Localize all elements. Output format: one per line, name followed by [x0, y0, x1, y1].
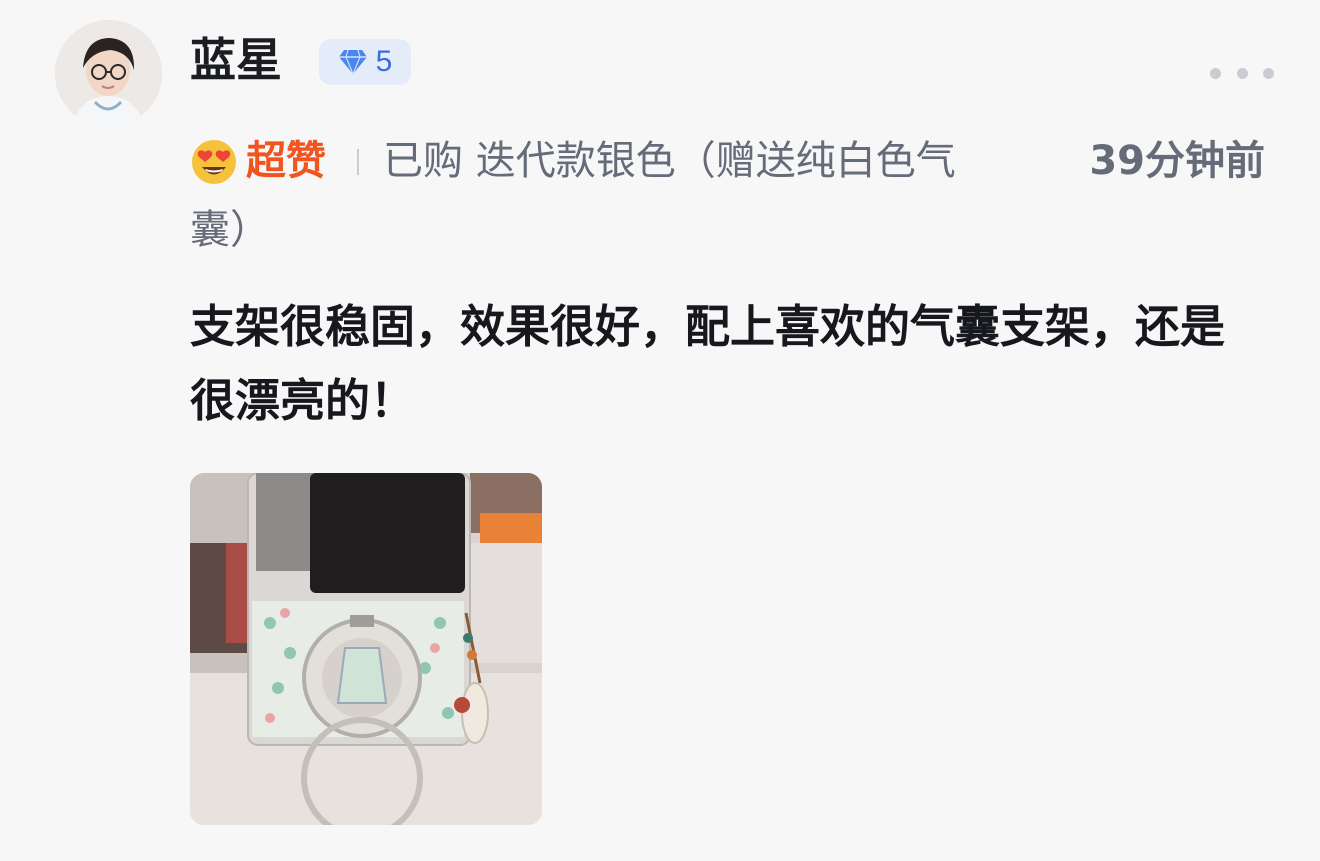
level-number: 5: [375, 45, 393, 78]
dot-icon: [1236, 67, 1248, 79]
diamond-icon: [338, 49, 367, 75]
review-text: 支架很稳固，效果很好，配上喜欢的气囊支架，还是很漂亮的！: [190, 300, 1226, 427]
user-level-badge: 5: [319, 39, 411, 85]
user-name[interactable]: 蓝星: [190, 30, 282, 90]
dot-icon: [1210, 67, 1221, 79]
review-timestamp: 39分钟前: [1089, 138, 1265, 184]
more-options-button[interactable]: [1210, 62, 1274, 84]
purchase-info-line1: 已购 迭代款银色（赠送纯白色气: [383, 138, 956, 184]
rating-label: 超赞: [246, 138, 326, 184]
review-photo[interactable]: [190, 473, 542, 825]
divider: [357, 149, 359, 175]
dot-icon: [1263, 67, 1274, 79]
purchase-info-line2: 囊）: [190, 207, 270, 253]
user-avatar[interactable]: [55, 20, 162, 127]
heart-eyes-icon: [192, 140, 236, 184]
